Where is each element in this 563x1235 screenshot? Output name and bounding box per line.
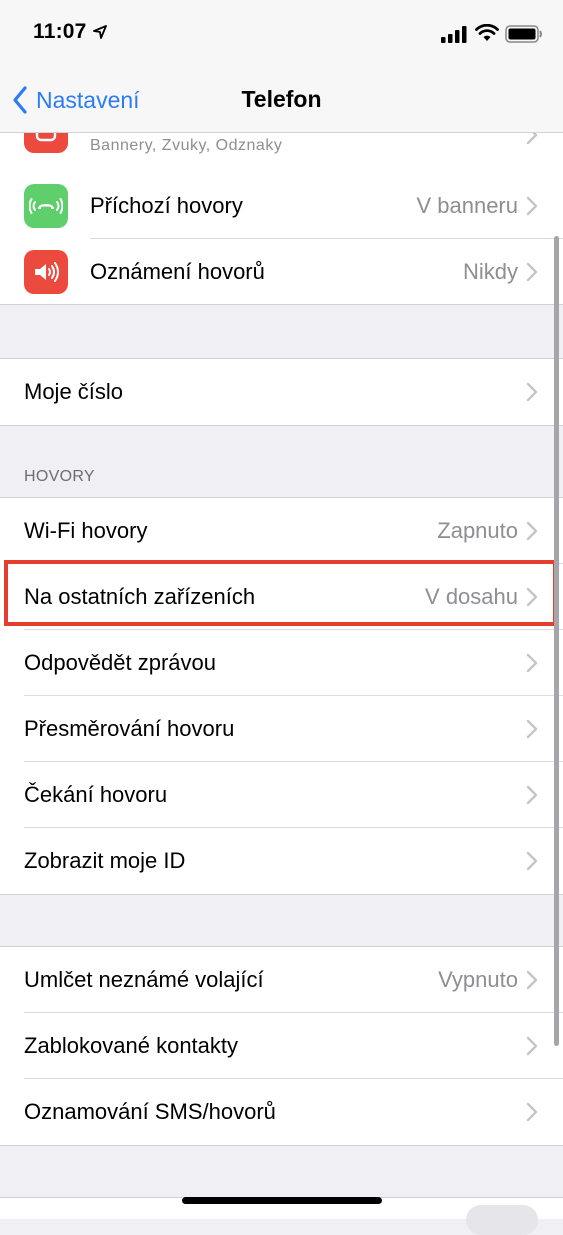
chevron-right-icon: [526, 653, 538, 673]
wifi-calls-value: Zapnuto: [437, 518, 518, 543]
respond-with-text-row[interactable]: Odpovědět zprávou: [0, 630, 563, 696]
show-caller-id-label: Zobrazit moje ID: [24, 848, 186, 873]
chevron-right-icon: [526, 785, 538, 805]
notifications-subtitle: Bannery, Zvuky, Odznaky: [90, 137, 283, 154]
chevron-right-icon: [526, 970, 538, 990]
navigation-bar: Nastavení Telefon: [0, 70, 563, 133]
chevron-right-icon: [526, 851, 538, 871]
incoming-calls-row[interactable]: Příchozí hovory V banneru: [0, 173, 563, 239]
silence-unknown-callers-value: Vypnuto: [438, 967, 518, 992]
wifi-icon: [475, 24, 499, 41]
incoming-calls-value: V banneru: [416, 193, 518, 218]
notifications-icon: [35, 133, 57, 142]
announce-calls-label: Oznámení hovorů: [90, 259, 265, 284]
wifi-calls-row[interactable]: Wi-Fi hovory Zapnuto: [0, 498, 563, 564]
call-waiting-row[interactable]: Čekání hovoru: [0, 762, 563, 828]
calls-section-header: HOVORY: [24, 468, 95, 485]
notifications-row[interactable]: Bannery, Zvuky, Odznaky: [0, 133, 563, 173]
chevron-right-icon: [526, 196, 538, 216]
announce-calls-value: Nikdy: [462, 259, 518, 284]
cellular-signal-icon: [441, 26, 467, 43]
call-waiting-label: Čekání hovoru: [24, 782, 168, 807]
battery-icon: [505, 25, 542, 43]
incoming-calls-app-icon: [24, 184, 68, 228]
blocked-contacts-label: Zablokované kontakty: [24, 1033, 239, 1058]
silence-unknown-callers-row[interactable]: Umlčet neznámé volající Vypnuto: [0, 947, 563, 1013]
call-forwarding-label: Přesměrování hovoru: [24, 716, 235, 741]
wifi-calls-label: Wi-Fi hovory: [24, 518, 148, 543]
chevron-right-icon: [526, 719, 538, 739]
my-number-label: Moje číslo: [24, 379, 124, 404]
notifications-group: Bannery, Zvuky, Odznaky Příchozí hovory …: [0, 133, 563, 305]
announce-calls-app-icon: [24, 250, 68, 294]
chevron-right-icon: [526, 382, 538, 402]
highlight-box: [4, 560, 557, 626]
chevron-right-icon: [526, 133, 538, 145]
call-forwarding-row[interactable]: Přesměrování hovoru: [0, 696, 563, 762]
phone-ringing-icon: [29, 198, 63, 214]
notifications-app-icon: [24, 133, 68, 153]
silence-unknown-callers-label: Umlčet neznámé volající: [24, 967, 264, 992]
home-indicator[interactable]: [182, 1197, 382, 1204]
scrollbar[interactable]: [554, 236, 559, 1046]
chevron-right-icon: [526, 521, 538, 541]
incoming-calls-label: Příchozí hovory: [90, 193, 243, 218]
blocking-group: Umlčet neznámé volající Vypnuto Zablokov…: [0, 946, 563, 1146]
chevron-right-icon: [526, 1036, 538, 1056]
sms-call-reporting-row[interactable]: Oznamování SMS/hovorů: [0, 1079, 563, 1145]
my-number-row[interactable]: Moje číslo: [0, 359, 563, 425]
chevron-right-icon: [526, 1102, 538, 1122]
sms-call-reporting-label: Oznamování SMS/hovorů: [24, 1099, 276, 1124]
partial-toggle[interactable]: [466, 1205, 538, 1235]
location-arrow-icon: [93, 25, 107, 39]
respond-with-text-label: Odpovědět zprávou: [24, 650, 217, 675]
speaker-icon: [35, 262, 59, 282]
status-bar: 11:07: [0, 0, 563, 70]
status-time: 11:07: [33, 20, 87, 43]
announce-calls-row[interactable]: Oznámení hovorů Nikdy: [0, 239, 563, 305]
calls-group: Wi-Fi hovory Zapnuto Na ostatních zaříze…: [0, 497, 563, 895]
chevron-right-icon: [526, 262, 538, 282]
show-caller-id-row[interactable]: Zobrazit moje ID: [0, 828, 563, 894]
blocked-contacts-row[interactable]: Zablokované kontakty: [0, 1013, 563, 1079]
my-number-group: Moje číslo: [0, 358, 563, 426]
page-title: Telefon: [241, 86, 322, 112]
